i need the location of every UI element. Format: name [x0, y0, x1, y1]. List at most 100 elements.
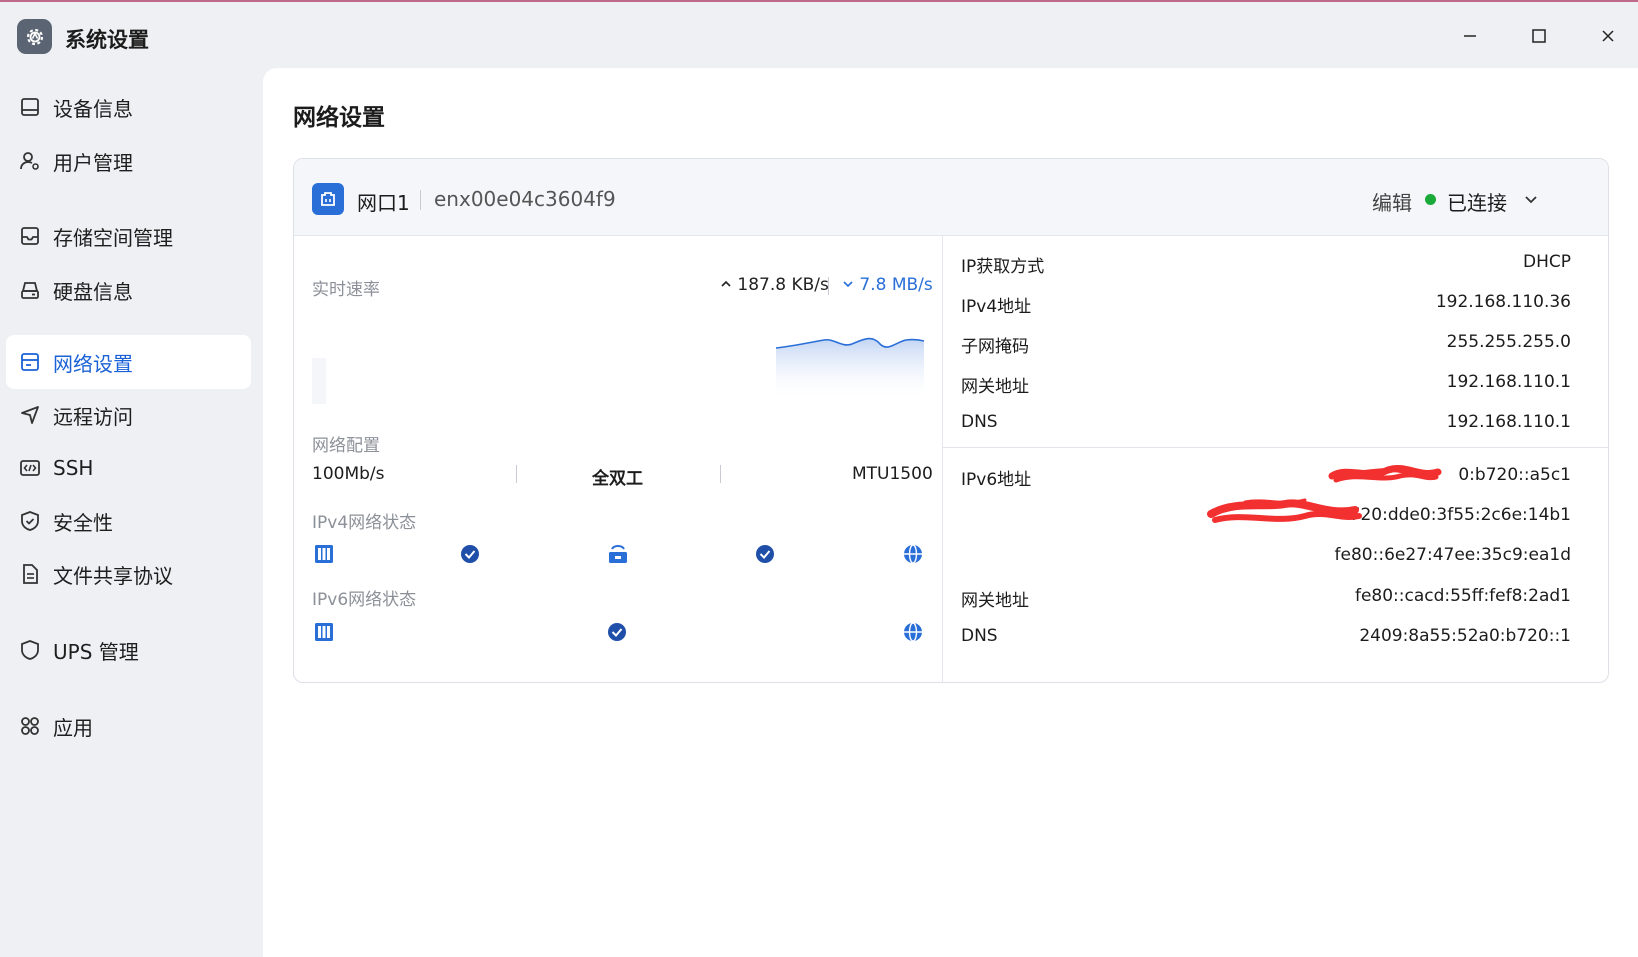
upload-speed: 187.8 KB/s — [720, 275, 829, 295]
ipv4-dns-row: DNS 192.168.110.1 — [961, 408, 1571, 438]
sidebar-item-label: 应用 — [53, 715, 93, 740]
ipv6-gateway-label: 网关地址 — [961, 591, 1029, 611]
apps-icon — [18, 714, 42, 738]
check-circle-icon — [756, 545, 774, 563]
device-icon — [18, 95, 42, 119]
ipv4-gateway-label: 网关地址 — [961, 377, 1029, 397]
config-divider — [720, 465, 721, 483]
chevron-up-icon — [721, 280, 731, 287]
send-icon — [18, 403, 42, 427]
globe-icon — [904, 544, 922, 564]
chevron-down-icon[interactable] — [1519, 187, 1543, 211]
page-title: 网络设置 — [293, 105, 385, 131]
header-divider — [420, 190, 421, 210]
gear-icon — [17, 19, 52, 54]
sidebar-item-label: 安全性 — [53, 510, 113, 535]
ipv6-address-value: 0:b720::a5c1 — [1458, 465, 1571, 485]
ip-method-label: IP获取方式 — [961, 257, 1045, 277]
ipv6-dns-label: DNS — [961, 626, 998, 646]
port-name: 网口1 — [357, 191, 410, 215]
globe-icon — [904, 622, 922, 642]
ipv4-status-label: IPv4网络状态 — [312, 513, 417, 533]
ip-method-value: DHCP — [1523, 252, 1571, 272]
ipv6-dns-value: 2409:8a55:52a0:b720::1 — [1359, 626, 1571, 646]
card-header: 网口1 enx00e04c3604f9 编辑 已连接 — [294, 159, 1608, 236]
section-divider — [943, 447, 1608, 448]
ipv6-address-row: IPv6地址 0:b720::a5c1 — [961, 461, 1571, 491]
sidebar-item-ssh[interactable]: SSH — [6, 441, 251, 495]
download-speed-value: 7.8 MB/s — [859, 275, 933, 295]
ipv4-address-label: IPv4地址 — [961, 297, 1032, 317]
disk-icon — [18, 278, 42, 302]
main-content: 网络设置 网口1 enx00e04c3604f9 编辑 已连接 实时速率 187… — [263, 68, 1638, 957]
sidebar-item-label: 硬盘信息 — [53, 279, 133, 304]
sidebar-item-label: 远程访问 — [53, 404, 133, 429]
link-speed: 100Mb/s — [312, 464, 385, 484]
ipv6-gateway-value: fe80::cacd:55ff:fef8:2ad1 — [1354, 586, 1571, 606]
sidebar-item-label: 用户管理 — [53, 150, 133, 175]
status-pane: 实时速率 187.8 KB/s 7.8 MB/s 网络配置 100Mb/s 全双… — [294, 236, 942, 682]
sidebar-item-disk-info[interactable]: 硬盘信息 — [6, 263, 251, 317]
network-config-label: 网络配置 — [312, 436, 380, 456]
sidebar-item-label: 存储空间管理 — [53, 225, 173, 250]
ipv6-status-label: IPv6网络状态 — [312, 590, 417, 610]
sidebar-item-security[interactable]: 安全性 — [6, 494, 251, 548]
ipv4-gateway-value: 192.168.110.1 — [1446, 372, 1571, 392]
shield-icon — [18, 638, 42, 662]
maximize-button[interactable] — [1516, 16, 1562, 56]
sidebar-item-ups[interactable]: UPS 管理 — [6, 623, 251, 677]
sidebar-item-network[interactable]: 网络设置 — [6, 335, 251, 389]
ipv6-gateway-row: 网关地址 fe80::cacd:55ff:fef8:2ad1 — [961, 582, 1571, 612]
storage-icon — [18, 224, 42, 248]
subnet-mask-label: 子网掩码 — [961, 337, 1029, 357]
upload-speed-value: 187.8 KB/s — [737, 275, 829, 295]
ipv4-address-row: IPv4地址 192.168.110.36 — [961, 288, 1571, 318]
sidebar-item-label: 网络设置 — [53, 351, 133, 376]
ipv6-address-row: fe80::6e27:47ee:35c9:ea1d — [961, 541, 1571, 571]
subnet-mask-row: 子网掩码 255.255.255.0 — [961, 328, 1571, 358]
file-icon — [18, 562, 42, 586]
nas-device-icon — [315, 545, 333, 563]
shield-check-icon — [18, 509, 42, 533]
edit-button[interactable]: 编辑 — [1372, 187, 1412, 216]
close-button[interactable] — [1585, 16, 1631, 56]
sidebar-item-label: SSH — [53, 456, 94, 480]
sparkline-fade — [312, 358, 326, 404]
ipv4-gateway-row: 网关地址 192.168.110.1 — [961, 368, 1571, 398]
sidebar-item-storage[interactable]: 存储空间管理 — [6, 209, 251, 263]
subnet-mask-value: 255.255.255.0 — [1446, 332, 1571, 352]
ipv6-address-value: fe80::6e27:47ee:35c9:ea1d — [1334, 545, 1571, 565]
realtime-speed-label: 实时速率 — [312, 280, 380, 300]
title-bar: 系统设置 — [0, 2, 1638, 68]
sidebar-item-label: 设备信息 — [53, 96, 133, 121]
ipv4-dns-value: 192.168.110.1 — [1446, 412, 1571, 432]
chevron-down-icon — [843, 281, 853, 288]
ipv4-dns-label: DNS — [961, 412, 998, 432]
ipv4-status-track — [315, 544, 922, 564]
user-gear-icon — [18, 149, 42, 173]
status-dot — [1425, 194, 1436, 205]
ipv6-dns-row: DNS 2409:8a55:52a0:b720::1 — [961, 622, 1571, 652]
ipv6-address-value: 720:dde0:3f55:2c6e:14b1 — [1349, 505, 1571, 525]
redaction-mark — [1207, 498, 1362, 523]
sidebar-item-label: UPS 管理 — [53, 639, 139, 664]
ip-method-row: IP获取方式 DHCP — [961, 248, 1571, 278]
address-pane: IP获取方式 DHCP IPv4地址 192.168.110.36 子网掩码 2… — [942, 236, 1608, 682]
router-icon — [609, 545, 627, 563]
sidebar-item-device-info[interactable]: 设备信息 — [6, 80, 251, 134]
duplex-mode: 全双工 — [592, 469, 643, 489]
speed-divider — [828, 277, 829, 295]
sidebar-item-apps[interactable]: 应用 — [6, 699, 251, 753]
minimize-button[interactable] — [1447, 16, 1493, 56]
nas-device-icon — [315, 623, 333, 641]
app-title: 系统设置 — [65, 28, 149, 52]
connection-status: 已连接 — [1447, 191, 1507, 215]
sidebar-item-remote-access[interactable]: 远程访问 — [6, 388, 251, 442]
ethernet-port-icon — [312, 183, 344, 215]
sidebar-item-file-sharing[interactable]: 文件共享协议 — [6, 547, 251, 601]
config-divider — [516, 465, 517, 483]
ipv4-address-value: 192.168.110.36 — [1435, 292, 1571, 312]
sidebar-item-user-management[interactable]: 用户管理 — [6, 134, 251, 188]
ipv6-status-track — [315, 622, 922, 642]
network-port-card: 网口1 enx00e04c3604f9 编辑 已连接 实时速率 187.8 KB… — [293, 158, 1609, 683]
